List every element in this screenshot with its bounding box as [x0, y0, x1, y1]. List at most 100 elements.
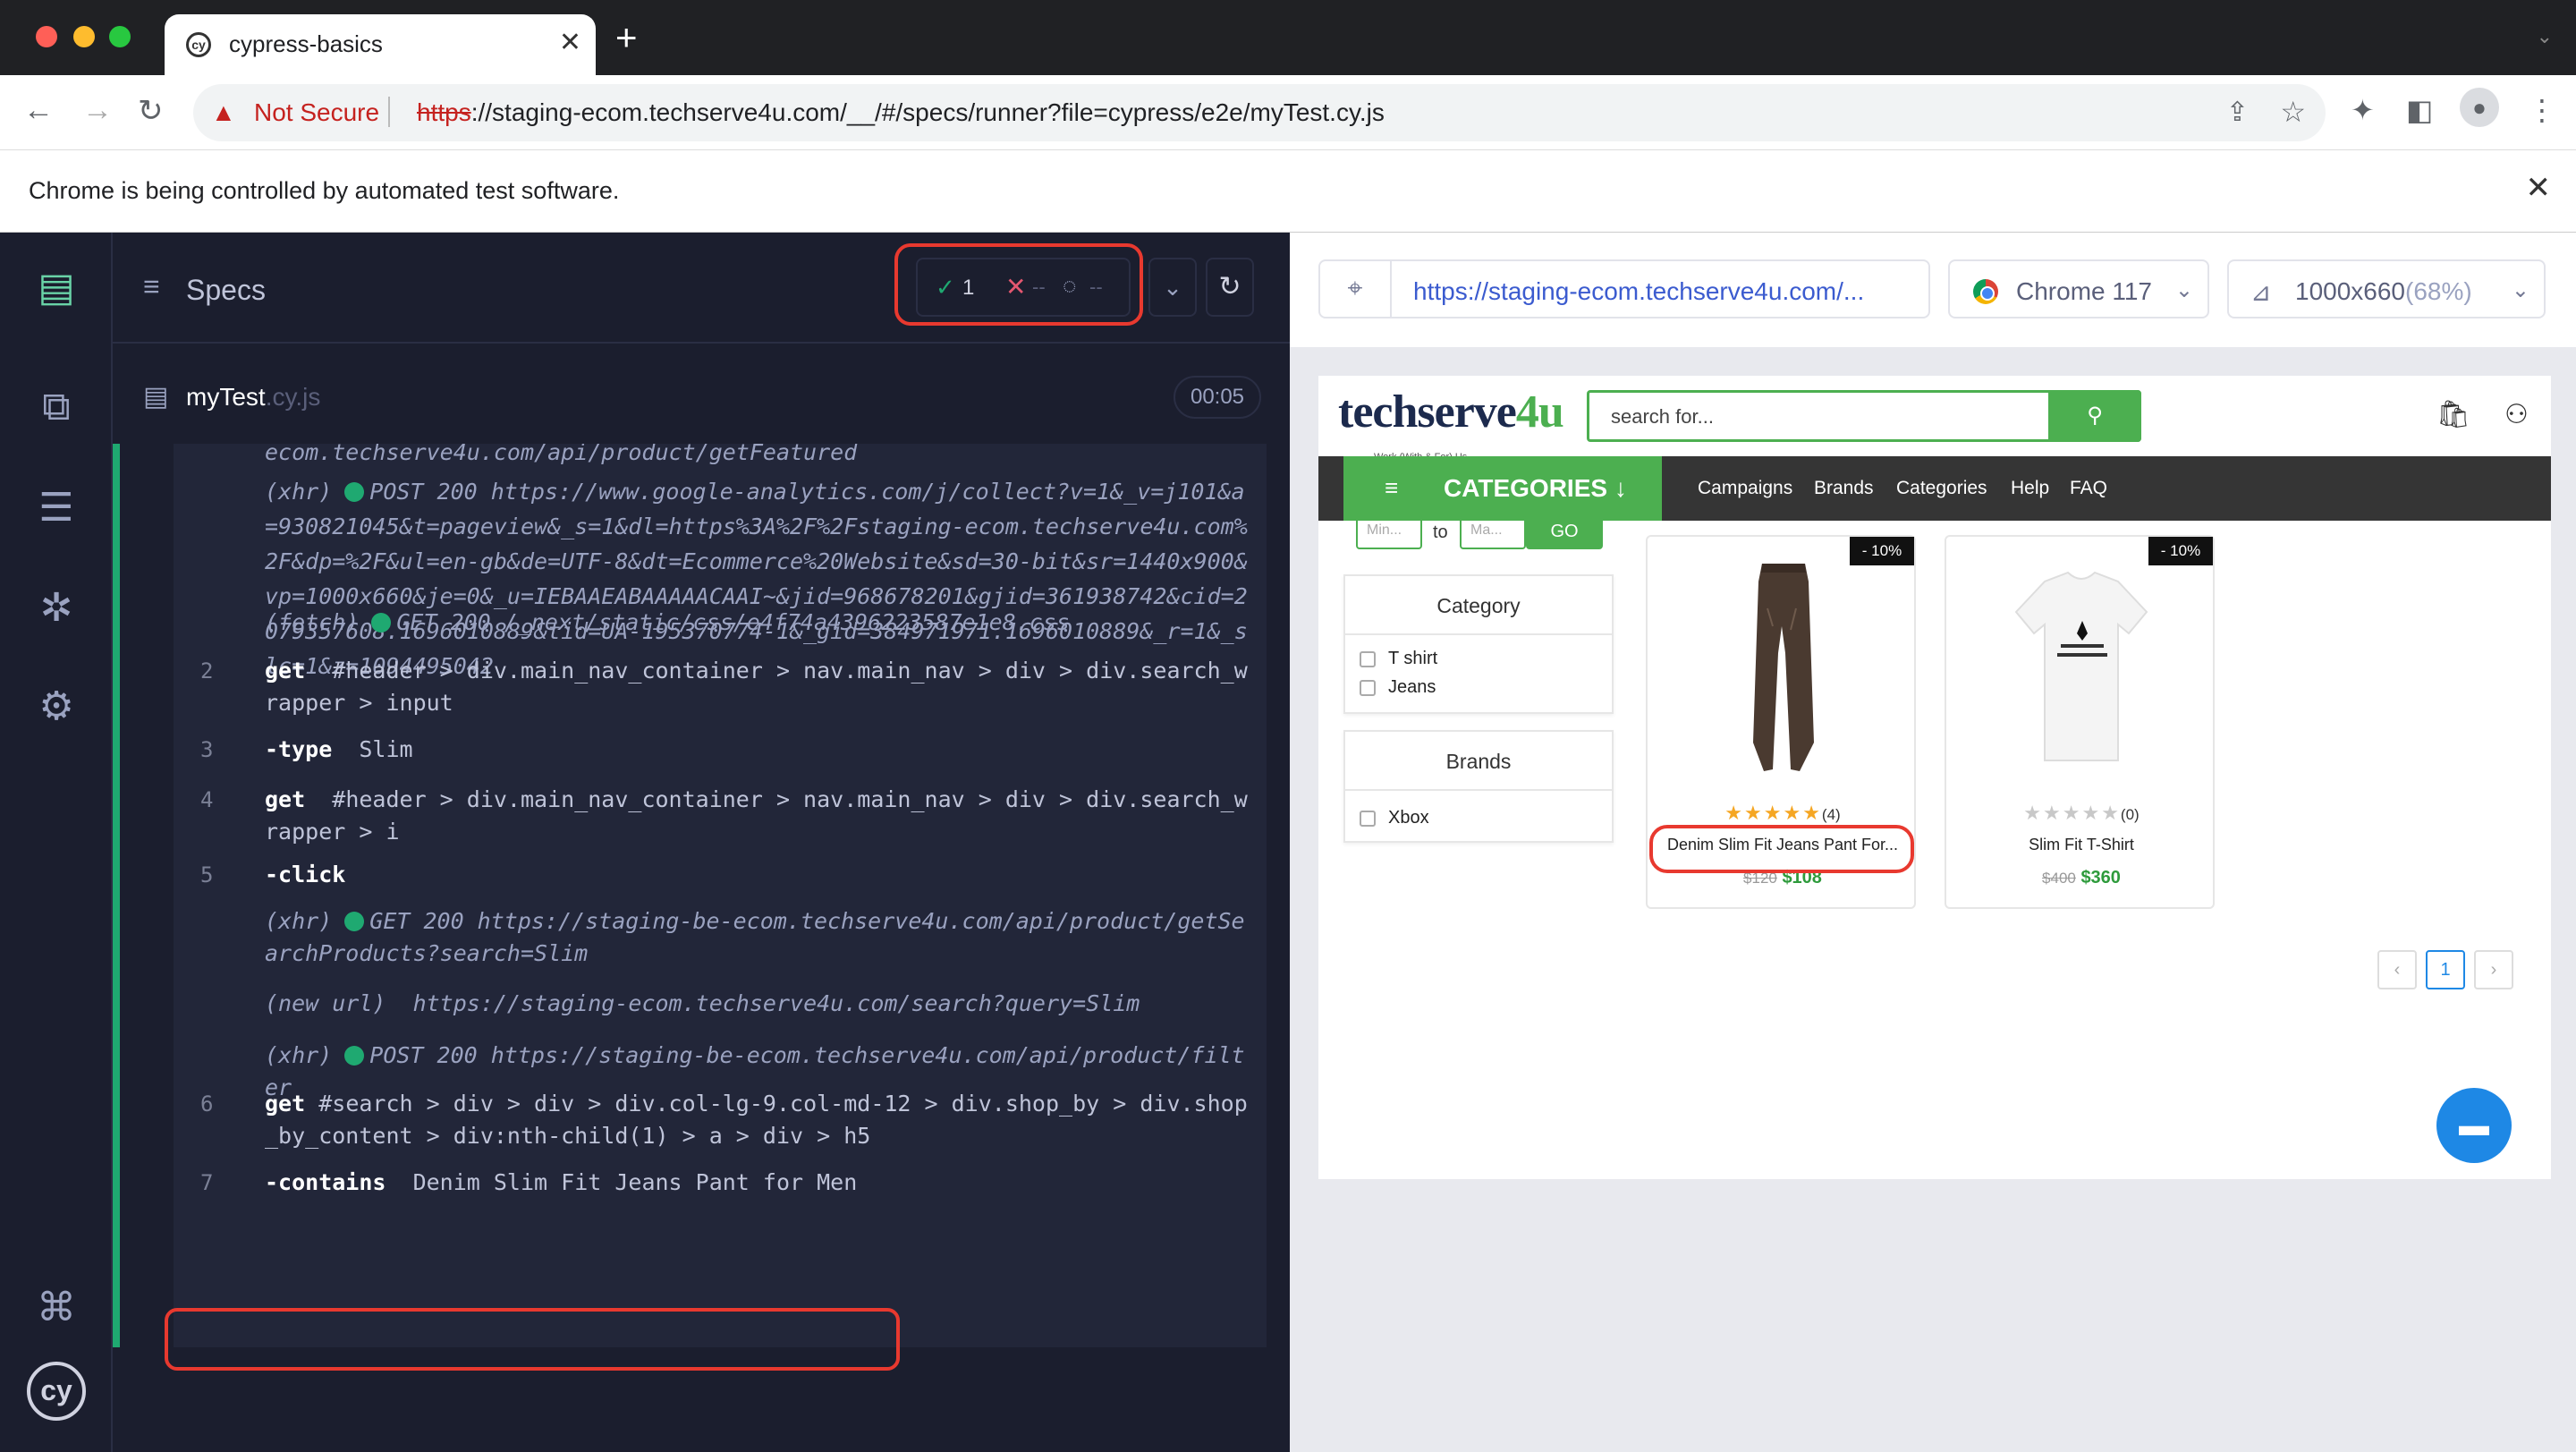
file-icon: ▤	[143, 382, 169, 412]
command-text: https://staging-ecom.techserve4u.com/sea…	[412, 990, 1140, 1016]
project-icon[interactable]: ▤	[34, 265, 79, 310]
next-page-icon[interactable]: ›	[2474, 950, 2513, 989]
tab-strip: cy cypress-basics ✕ + ⌄	[0, 0, 2576, 75]
tshirt-product-image[interactable]	[1946, 555, 2216, 778]
close-window-button[interactable]	[36, 26, 57, 47]
debug-nav-icon[interactable]: ✲	[34, 585, 79, 631]
command-body: -type Slim	[265, 734, 1258, 766]
extensions-icon[interactable]: ✦	[2351, 93, 2375, 127]
product-card[interactable]: - 10% ★★★★★(0) Slim Fit T-Shirt $400 $36…	[1945, 535, 2215, 909]
command-args: Denim Slim Fit Jeans Pant for Men	[412, 1169, 858, 1195]
side-panel-icon[interactable]: ◧	[2406, 93, 2433, 127]
command-keyword: -click	[265, 862, 346, 887]
product-name[interactable]: Slim Fit T-Shirt	[1946, 836, 2216, 854]
search-button[interactable]: ⚲	[2048, 390, 2141, 442]
aut-url-bar[interactable]: ⌖ https://staging-ecom.techserve4u.com/.…	[1318, 259, 1930, 318]
price-min-input[interactable]: Min...	[1356, 514, 1422, 549]
checkbox[interactable]	[1360, 651, 1376, 667]
browser-selector[interactable]: Chrome 117 ⌄	[1948, 259, 2209, 318]
command-log: ecom.techserve4u.com/api/product/getFeat…	[113, 444, 1267, 1347]
nav-link-brands[interactable]: Brands	[1814, 478, 1874, 499]
nav-link-faq[interactable]: FAQ	[2070, 478, 2107, 499]
runs-nav-icon[interactable]: ☰	[34, 485, 79, 531]
spec-filename: myTest.cy.js	[186, 383, 320, 412]
page-number[interactable]: 1	[2426, 950, 2465, 989]
command-body: get #header > div.main_nav_container > n…	[265, 655, 1258, 719]
specs-label[interactable]: Specs	[186, 274, 266, 307]
category-option-jeans[interactable]: Jeans	[1345, 673, 1612, 701]
checkbox[interactable]	[1360, 811, 1376, 827]
specs-list-icon[interactable]: ≡	[143, 270, 160, 303]
tab-search-chevron-icon[interactable]: ⌄	[2537, 25, 2553, 48]
rerun-icon[interactable]: ↻	[1206, 258, 1254, 317]
selector-playground-target-icon[interactable]: ⌖	[1320, 261, 1392, 317]
chevron-down-icon: ⌄	[2511, 278, 2529, 302]
command-keyword: get	[265, 1091, 306, 1117]
not-secure-label[interactable]: Not Secure	[254, 98, 379, 127]
aut-header: ⌖ https://staging-ecom.techserve4u.com/.…	[1290, 233, 2576, 347]
shopping-bag-icon[interactable]: 🛍	[2436, 399, 2470, 430]
chrome-icon	[1973, 279, 1998, 304]
nav-link-campaigns[interactable]: Campaigns	[1698, 478, 1792, 499]
status-dot-icon	[344, 1046, 365, 1066]
nav-link-categories[interactable]: Categories	[1896, 478, 1987, 499]
command-text: POST 200 https://www.google-analytics.co…	[265, 479, 1248, 679]
price-go-button[interactable]: GO	[1526, 514, 1603, 549]
maximize-window-button[interactable]	[109, 26, 131, 47]
collapse-chevron-icon[interactable]: ⌄	[1148, 258, 1197, 317]
viewport-size: 1000x660(68%)	[2295, 277, 2472, 306]
aut-url[interactable]: https://staging-ecom.techserve4u.com/...	[1413, 277, 1864, 306]
forward-icon[interactable]: →	[82, 93, 113, 128]
reload-icon[interactable]: ↻	[138, 93, 164, 129]
command-prefix: (fetch)	[265, 609, 360, 635]
bookmark-star-icon[interactable]: ☆	[2280, 95, 2306, 129]
prev-page-icon[interactable]: ‹	[2377, 950, 2417, 989]
spec-name: myTest	[186, 383, 266, 411]
user-account-icon[interactable]: ⚇	[2504, 399, 2529, 430]
back-icon[interactable]: ←	[23, 93, 54, 128]
contains-highlight-box	[165, 1308, 900, 1371]
share-icon[interactable]: ⇪	[2226, 97, 2249, 128]
close-tab-icon[interactable]: ✕	[559, 27, 581, 58]
price-max-input[interactable]: Ma...	[1460, 514, 1526, 549]
url-scheme: https	[417, 98, 471, 126]
keyboard-shortcuts-icon[interactable]: ⌘	[34, 1285, 79, 1330]
settings-gear-icon[interactable]: ⚙	[34, 684, 79, 729]
command-args: #header > div.main_nav_container > nav.m…	[265, 658, 1248, 716]
site-search-input[interactable]: search for... ⚲	[1587, 390, 2141, 442]
command-prefix: (new url)	[265, 990, 386, 1016]
browser-tab[interactable]: cy cypress-basics ✕	[165, 14, 596, 75]
cypress-logo-icon[interactable]: cy	[27, 1362, 86, 1421]
infobar-message: Chrome is being controlled by automated …	[29, 177, 620, 204]
new-tab-button[interactable]: +	[615, 19, 638, 56]
jeans-product-image[interactable]	[1648, 555, 1918, 778]
brand-main: techserve	[1338, 386, 1517, 437]
automation-infobar: Chrome is being controlled by automated …	[0, 150, 2576, 233]
checkbox[interactable]	[1360, 680, 1376, 696]
categories-button[interactable]: ≡ CATEGORIES ↓	[1343, 456, 1662, 521]
chrome-menu-icon[interactable]: ⋮	[2528, 93, 2556, 127]
profile-avatar-icon[interactable]: ●	[2460, 88, 2499, 127]
current-price: $360	[2080, 868, 2121, 887]
command-text: GET 200 /_next/static/css/e4f74a43962235…	[396, 609, 1070, 635]
command-args: #header > div.main_nav_container > nav.m…	[265, 786, 1248, 845]
nav-link-help[interactable]: Help	[2011, 478, 2049, 499]
command-number: 5	[200, 862, 214, 887]
brand-option-xbox[interactable]: Xbox	[1345, 803, 1612, 832]
site-logo[interactable]: techserve4uWork (With & For) Us	[1338, 389, 1564, 463]
option-label: T shirt	[1388, 649, 1438, 668]
infobar-close-icon[interactable]: ✕	[2526, 170, 2552, 206]
rating-stars: ★★★★★(4)	[1648, 802, 1918, 825]
option-label: Xbox	[1388, 808, 1429, 828]
command-number: 4	[200, 787, 214, 812]
category-option-tshirt[interactable]: T shirt	[1345, 644, 1612, 673]
address-bar[interactable]: ▲ Not Secure https://staging-ecom.techse…	[193, 84, 2326, 141]
chat-bubble-icon[interactable]: ▬	[2436, 1088, 2512, 1163]
viewport-selector[interactable]: ⊿ 1000x660(68%) ⌄	[2227, 259, 2546, 318]
specs-nav-icon[interactable]: ⧉	[34, 385, 79, 429]
warning-icon[interactable]: ▲	[211, 98, 236, 127]
spec-duration: 00:05	[1174, 376, 1261, 419]
address-url[interactable]: https://staging-ecom.techserve4u.com/__/…	[417, 98, 1385, 127]
command-event: (xhr) POST 200 https://www.google-analyti…	[265, 474, 1258, 684]
minimize-window-button[interactable]	[73, 26, 95, 47]
